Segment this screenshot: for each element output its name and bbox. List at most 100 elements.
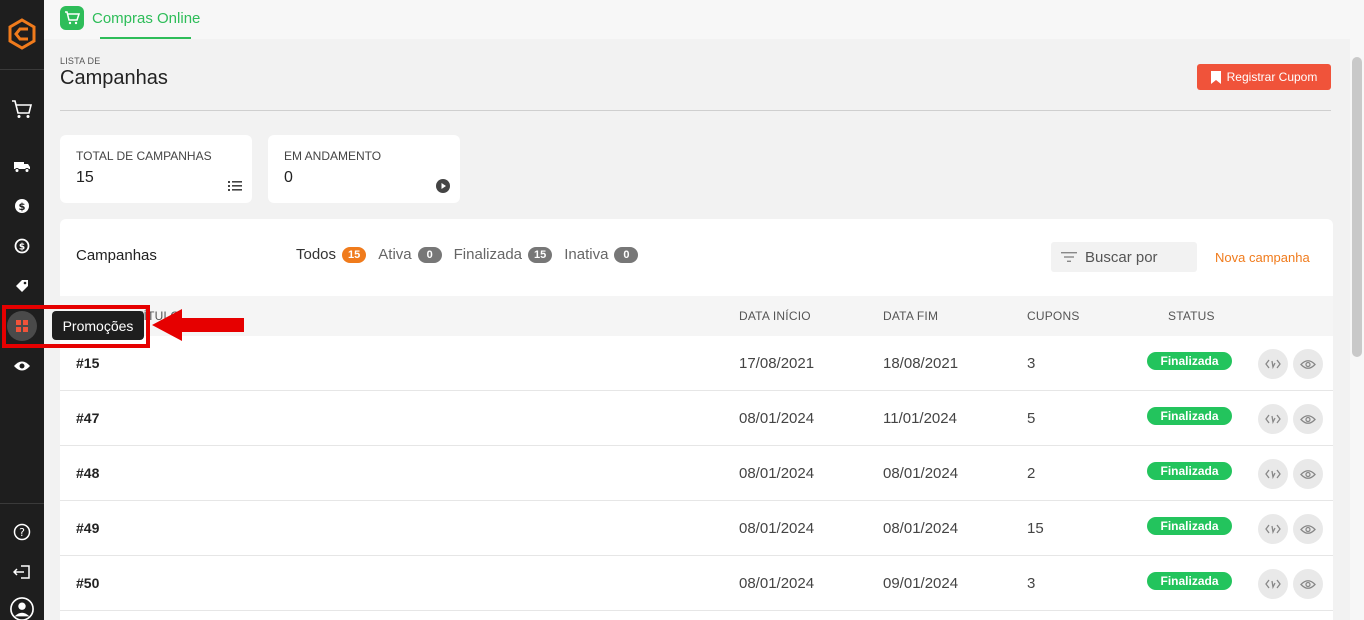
view-button[interactable] xyxy=(1293,349,1323,379)
table-row: #48 08/01/2024 08/01/2024 2 Finalizada xyxy=(60,446,1333,501)
campaign-title: #49 xyxy=(76,520,100,536)
table-row: #50 08/01/2024 09/01/2024 3 Finalizada xyxy=(60,556,1333,611)
view-button[interactable] xyxy=(1293,514,1323,544)
play-icon xyxy=(436,179,450,193)
header-divider xyxy=(60,110,1331,111)
top-tab-bar: Compras Online xyxy=(44,0,1364,39)
coupon-count: 3 xyxy=(1027,575,1036,592)
search-input[interactable] xyxy=(1085,248,1185,266)
coupon-count: 3 xyxy=(1027,355,1036,372)
table-row: #49 08/01/2024 08/01/2024 15 Finalizada xyxy=(60,501,1333,556)
end-date: 09/01/2024 xyxy=(883,575,959,592)
filter-todos[interactable]: Todos 15 xyxy=(296,246,367,263)
filter-inativa[interactable]: Inativa 0 xyxy=(564,246,639,263)
stat-label: EM ANDAMENTO xyxy=(284,149,382,163)
status-badge: Finalizada xyxy=(1147,352,1232,370)
campaign-title: #50 xyxy=(76,575,100,591)
sidebar-divider xyxy=(0,69,44,70)
brand-logo[interactable] xyxy=(6,18,38,50)
code-view-button[interactable] xyxy=(1258,569,1288,599)
filter-ativa[interactable]: Ativa 0 xyxy=(378,246,442,263)
count-badge: 15 xyxy=(528,246,553,263)
status-filters: Todos 15 Ativa 0 Finalizada 15 Inativa 0 xyxy=(296,246,650,263)
column-header-start-date: DATA INÍCIO xyxy=(739,309,811,323)
code-view-button[interactable] xyxy=(1258,514,1288,544)
column-header-end-date: DATA FIM xyxy=(883,309,939,323)
register-coupon-label: Registrar Cupom xyxy=(1226,70,1318,84)
column-header-status: STATUS xyxy=(1168,309,1215,323)
code-icon xyxy=(1265,469,1281,479)
coupon-count: 5 xyxy=(1027,410,1036,427)
list-icon xyxy=(228,181,242,191)
view-button[interactable] xyxy=(1293,404,1323,434)
sidebar-bottom-divider xyxy=(0,503,44,504)
truck-icon[interactable] xyxy=(10,154,34,178)
stat-value: 15 xyxy=(76,169,94,186)
eye-icon xyxy=(1300,469,1316,479)
stat-card-total: TOTAL DE CAMPANHAS 15 xyxy=(60,135,252,203)
start-date: 08/01/2024 xyxy=(739,575,815,592)
count-badge: 0 xyxy=(417,246,442,263)
filter-label: Todos xyxy=(296,246,337,263)
end-date: 18/08/2021 xyxy=(883,355,959,372)
page-title: Campanhas xyxy=(60,67,168,89)
money-icon[interactable]: $ xyxy=(10,194,34,218)
eye-icon xyxy=(1300,414,1316,424)
svg-text:$: $ xyxy=(19,202,26,213)
annotation-arrow-icon xyxy=(152,309,244,341)
count-badge: 0 xyxy=(614,246,639,263)
coupon-count: 15 xyxy=(1027,520,1044,537)
start-date: 08/01/2024 xyxy=(739,410,815,427)
stat-value: 0 xyxy=(284,169,293,186)
shopping-cart-icon xyxy=(60,6,84,30)
eye-icon xyxy=(1300,524,1316,534)
stat-label: TOTAL DE CAMPANHAS xyxy=(76,149,212,163)
table-header: TÍTULO DATA INÍCIO DATA FIM CUPONS STATU… xyxy=(60,296,1333,336)
exchange-icon[interactable]: $ xyxy=(10,234,34,258)
code-icon xyxy=(1265,414,1281,424)
code-view-button[interactable] xyxy=(1258,459,1288,489)
status-badge: Finalizada xyxy=(1147,407,1232,425)
filter-label: Inativa xyxy=(564,246,609,263)
vertical-scrollbar[interactable] xyxy=(1350,39,1364,620)
campaign-title: #15 xyxy=(76,355,100,371)
user-avatar-icon[interactable] xyxy=(10,597,34,620)
start-date: 08/01/2024 xyxy=(739,520,815,537)
logout-icon[interactable] xyxy=(10,560,34,584)
column-header-coupons: CUPONS xyxy=(1027,309,1080,323)
filter-icon xyxy=(1061,252,1077,262)
table-row: #47 08/01/2024 11/01/2024 5 Finalizada xyxy=(60,391,1333,446)
start-date: 08/01/2024 xyxy=(739,465,815,482)
campaign-title: #47 xyxy=(76,410,100,426)
page-pre-title: LISTA DE xyxy=(60,56,101,66)
scrollbar-thumb[interactable] xyxy=(1352,57,1362,357)
filter-label: Finalizada xyxy=(453,246,523,263)
status-badge: Finalizada xyxy=(1147,462,1232,480)
register-coupon-button[interactable]: Registrar Cupom xyxy=(1197,64,1331,90)
panel-title: Campanhas xyxy=(76,247,157,264)
eye-icon xyxy=(1300,359,1316,369)
new-campaign-link[interactable]: Nova campanha xyxy=(1215,250,1310,265)
help-icon[interactable]: ? xyxy=(10,520,34,544)
tab-compras-online[interactable]: Compras Online xyxy=(60,6,200,39)
filter-label: Ativa xyxy=(378,246,412,263)
annotation-highlight-box xyxy=(2,305,150,348)
bookmark-icon xyxy=(1210,70,1221,84)
cart-icon[interactable] xyxy=(10,97,34,121)
count-badge: 15 xyxy=(342,246,367,263)
tag-icon[interactable] xyxy=(10,274,34,298)
tab-label: Compras Online xyxy=(92,10,201,27)
view-button[interactable] xyxy=(1293,569,1323,599)
view-button[interactable] xyxy=(1293,459,1323,489)
code-view-button[interactable] xyxy=(1258,349,1288,379)
table-row: #15 17/08/2021 18/08/2021 3 Finalizada xyxy=(60,336,1333,391)
code-view-button[interactable] xyxy=(1258,404,1288,434)
stat-card-in-progress: EM ANDAMENTO 0 xyxy=(268,135,460,203)
start-date: 17/08/2021 xyxy=(739,355,815,372)
end-date: 08/01/2024 xyxy=(883,465,959,482)
campaigns-panel: Campanhas Todos 15 Ativa 0 Finalizada 15… xyxy=(60,219,1333,620)
eye-icon[interactable] xyxy=(10,354,34,378)
svg-text:?: ? xyxy=(19,526,25,539)
filter-finalizada[interactable]: Finalizada 15 xyxy=(454,246,553,263)
end-date: 08/01/2024 xyxy=(883,520,959,537)
